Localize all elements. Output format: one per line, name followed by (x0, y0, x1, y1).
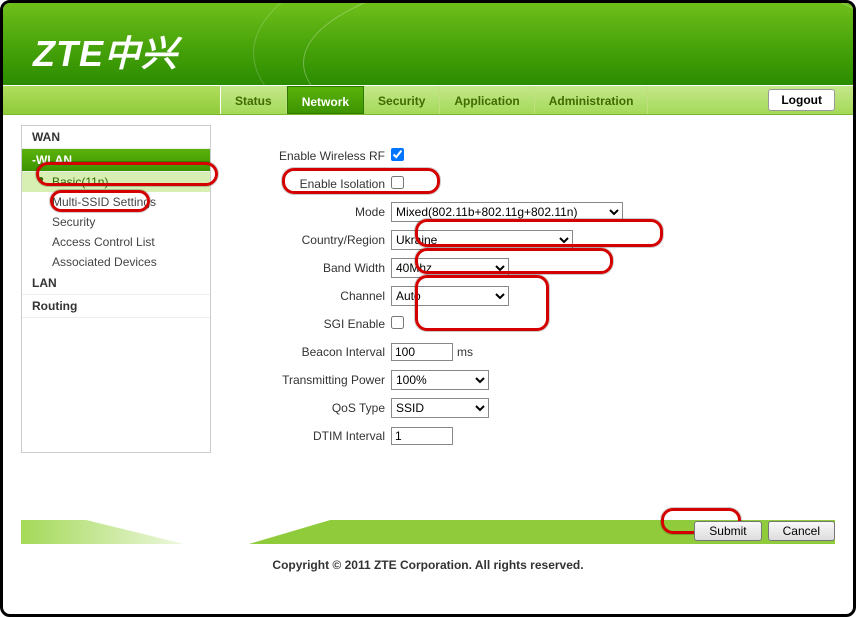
tab-administration[interactable]: Administration (535, 86, 649, 114)
label-country: Country/Region (231, 233, 391, 247)
select-band[interactable]: 40Mhz (391, 258, 509, 278)
input-beacon[interactable] (391, 343, 453, 361)
submit-button[interactable]: Submit (694, 521, 761, 541)
sidebar-lan[interactable]: LAN (22, 272, 210, 295)
sidebar-assoc[interactable]: Associated Devices (22, 252, 210, 272)
logout-button[interactable]: Logout (768, 89, 835, 111)
label-qos: QoS Type (231, 401, 391, 415)
tab-security[interactable]: Security (364, 86, 440, 114)
sidebar-acl[interactable]: Access Control List (22, 232, 210, 252)
sidebar-wan[interactable]: WAN (22, 126, 210, 149)
checkbox-sgi[interactable] (391, 316, 404, 329)
label-band: Band Width (231, 261, 391, 275)
sidebar: WAN -WLAN Basic(11n) Multi-SSID Settings… (21, 125, 211, 453)
label-dtim: DTIM Interval (231, 429, 391, 443)
tab-status[interactable]: Status (221, 86, 287, 114)
select-mode[interactable]: Mixed(802.11b+802.11g+802.11n) (391, 202, 623, 222)
sidebar-wlan[interactable]: -WLAN (22, 149, 210, 172)
label-beacon: Beacon Interval (231, 345, 391, 359)
label-sgi: SGI Enable (231, 317, 391, 331)
select-qos[interactable]: SSID (391, 398, 489, 418)
sidebar-multissid[interactable]: Multi-SSID Settings (22, 192, 210, 212)
sidebar-basic[interactable]: Basic(11n) (22, 172, 210, 192)
label-mode: Mode (231, 205, 391, 219)
input-dtim[interactable] (391, 427, 453, 445)
tab-spacer (3, 86, 221, 114)
checkbox-enable-rf[interactable] (391, 148, 404, 161)
tab-network[interactable]: Network (287, 86, 364, 114)
label-channel: Channel (231, 289, 391, 303)
select-channel[interactable]: Auto (391, 286, 509, 306)
top-tabs: Status Network Security Application Admi… (3, 85, 853, 115)
unit-ms: ms (453, 345, 473, 359)
sidebar-routing[interactable]: Routing (22, 295, 210, 318)
label-enable-iso: Enable Isolation (231, 177, 391, 191)
label-txpower: Transmitting Power (231, 373, 391, 387)
tab-application[interactable]: Application (440, 86, 534, 114)
select-country[interactable]: Ukraine (391, 230, 573, 250)
select-txpower[interactable]: 100% (391, 370, 489, 390)
cancel-button[interactable]: Cancel (768, 521, 835, 541)
header-banner: ZTE中兴 (3, 3, 853, 85)
checkbox-enable-iso[interactable] (391, 176, 404, 189)
copyright: Copyright © 2011 ZTE Corporation. All ri… (3, 558, 853, 572)
footer-stripe: Submit Cancel (21, 520, 835, 544)
main-form: Enable Wireless RF Enable Isolation Mode… (211, 125, 835, 453)
label-enable-rf: Enable Wireless RF (231, 149, 391, 163)
sidebar-security[interactable]: Security (22, 212, 210, 232)
